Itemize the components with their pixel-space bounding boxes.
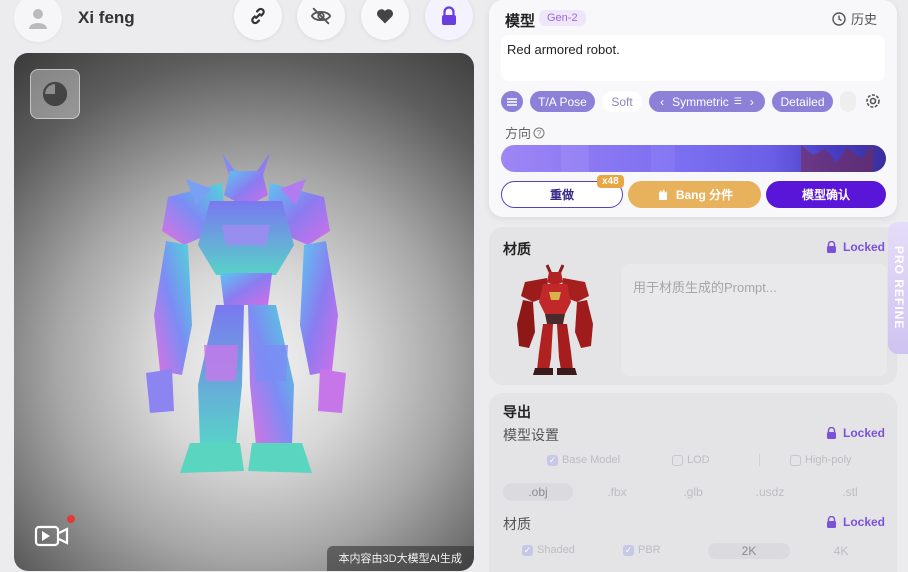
svg-text:?: ? xyxy=(537,129,542,138)
format-fbx[interactable]: .fbx xyxy=(587,483,647,501)
history-label: 历史 xyxy=(850,12,877,27)
checkmark-icon: ✓ xyxy=(522,544,533,556)
avatar[interactable] xyxy=(14,0,62,42)
model-prompt-input[interactable]: Red armored robot. xyxy=(501,35,885,81)
record-video-icon[interactable] xyxy=(34,521,70,549)
bang-icon xyxy=(658,188,667,200)
history-button[interactable]: 历史 xyxy=(832,9,877,28)
confirm-model-button[interactable]: 模型确认 xyxy=(766,181,886,208)
checkmark-icon: ✓ xyxy=(547,454,558,466)
material-export-title: 材质 xyxy=(503,516,531,532)
pro-refine-tab[interactable]: PRO REFINE xyxy=(888,222,908,354)
high-poly-label: High-poly xyxy=(805,454,852,466)
robot-model xyxy=(146,153,346,473)
checkmark-icon: ✓ xyxy=(623,544,634,556)
detailed-option[interactable]: Detailed xyxy=(772,91,833,112)
model-panel: 模型 Gen-2 历史 Red armored robot. T/A Pose … xyxy=(489,0,897,217)
soft-option[interactable]: Soft xyxy=(602,91,642,112)
favorite-button[interactable] xyxy=(361,0,409,40)
format-stl[interactable]: .stl xyxy=(820,483,880,501)
shaded-checkbox[interactable]: ✓ Shaded xyxy=(522,544,575,556)
more-options-icon[interactable] xyxy=(840,91,856,112)
robot-thumbnail-strip xyxy=(561,145,873,172)
chevron-left-icon[interactable]: ‹ xyxy=(660,95,664,109)
symmetric-option[interactable]: ‹ Symmetric ☰ › xyxy=(649,91,765,112)
lock-button[interactable] xyxy=(425,0,473,40)
credits-badge: x48 xyxy=(597,175,624,188)
checkbox-empty-icon xyxy=(790,454,801,466)
material-title: 材质 xyxy=(503,241,531,257)
material-locked-status: Locked xyxy=(826,240,885,254)
bang-label: Bang 分件 xyxy=(675,188,734,202)
material-preview xyxy=(517,264,593,375)
material-prompt-input[interactable]: 用于材质生成的Prompt... xyxy=(621,264,887,376)
pose-option[interactable]: T/A Pose xyxy=(530,91,595,112)
model-settings-title: 模型设置 xyxy=(503,427,559,443)
half-circle-icon xyxy=(42,81,68,107)
model-settings-locked-label: Locked xyxy=(842,426,885,440)
direction-label: 方向 ? xyxy=(505,123,545,142)
lock-icon xyxy=(826,241,836,253)
base-model-checkbox[interactable]: ✓ Base Model xyxy=(547,454,620,466)
material-export-locked-label: Locked xyxy=(842,515,885,529)
base-model-label: Base Model xyxy=(562,454,621,466)
material-locked-label: Locked xyxy=(842,240,885,254)
direction-selector[interactable] xyxy=(501,145,886,172)
action-buttons: 重做 x48 Bang 分件 模型确认 xyxy=(501,175,886,208)
model-settings-locked-status: Locked xyxy=(826,426,885,440)
shaded-label: Shaded xyxy=(537,544,575,556)
symmetric-label: Symmetric xyxy=(672,94,729,109)
model-title: 模型 xyxy=(505,13,536,30)
lod-checkbox[interactable]: LOD xyxy=(672,454,710,466)
format-usdz[interactable]: .usdz xyxy=(740,483,800,501)
resolution-2k[interactable]: 2K xyxy=(708,543,790,559)
share-link-button[interactable] xyxy=(234,0,282,40)
resolution-4k[interactable]: 4K xyxy=(811,543,871,559)
settings-toggle-button[interactable] xyxy=(501,91,523,112)
lock-icon xyxy=(442,6,456,25)
divider xyxy=(759,454,760,466)
bang-split-button[interactable]: Bang 分件 xyxy=(628,181,761,208)
ai-disclaimer: 本内容由3D大模型AI生成 xyxy=(326,546,474,571)
chevron-right-icon[interactable]: › xyxy=(750,95,754,109)
format-obj[interactable]: .obj xyxy=(503,483,573,501)
direction-text: 方向 xyxy=(505,126,532,141)
lod-label: LOD xyxy=(687,454,710,466)
gear-icon[interactable] xyxy=(864,92,882,110)
pbr-label: PBR xyxy=(638,544,661,556)
clock-icon xyxy=(832,11,846,26)
eye-off-icon xyxy=(310,7,332,25)
material-export-locked-status: Locked xyxy=(826,515,885,529)
pbr-checkbox[interactable]: ✓ PBR xyxy=(623,544,661,556)
menu-icon: ☰ xyxy=(733,96,742,106)
model-viewport[interactable]: 本内容由3D大模型AI生成 xyxy=(14,53,474,571)
redo-button[interactable]: 重做 x48 xyxy=(501,175,624,208)
sliders-icon xyxy=(507,97,517,106)
link-icon xyxy=(251,7,265,25)
help-icon[interactable]: ? xyxy=(533,127,545,139)
visibility-button[interactable] xyxy=(297,0,345,40)
lock-icon xyxy=(826,516,836,528)
checkbox-empty-icon xyxy=(672,454,683,466)
lock-icon xyxy=(826,427,836,439)
redo-label: 重做 xyxy=(549,188,574,202)
gen-badge: Gen-2 xyxy=(539,10,586,26)
option-row: T/A Pose Soft ‹ Symmetric ☰ › Detailed xyxy=(501,91,891,113)
format-glb[interactable]: .glb xyxy=(663,483,723,501)
recording-indicator xyxy=(67,515,75,523)
username: Xi feng xyxy=(78,8,135,27)
export-title: 导出 xyxy=(503,404,531,420)
heart-icon xyxy=(376,9,394,24)
user-icon xyxy=(29,9,47,29)
material-panel: 材质 Locked 用于材质生成的Prompt... xyxy=(489,227,897,385)
export-panel: 导出 模型设置 Locked ✓ Base Model LOD High-pol… xyxy=(489,393,897,572)
pro-refine-label: PRO REFINE xyxy=(892,246,906,330)
top-bar: Xi feng xyxy=(0,0,485,42)
high-poly-checkbox[interactable]: High-poly xyxy=(790,454,851,466)
render-mode-button[interactable] xyxy=(30,69,80,119)
